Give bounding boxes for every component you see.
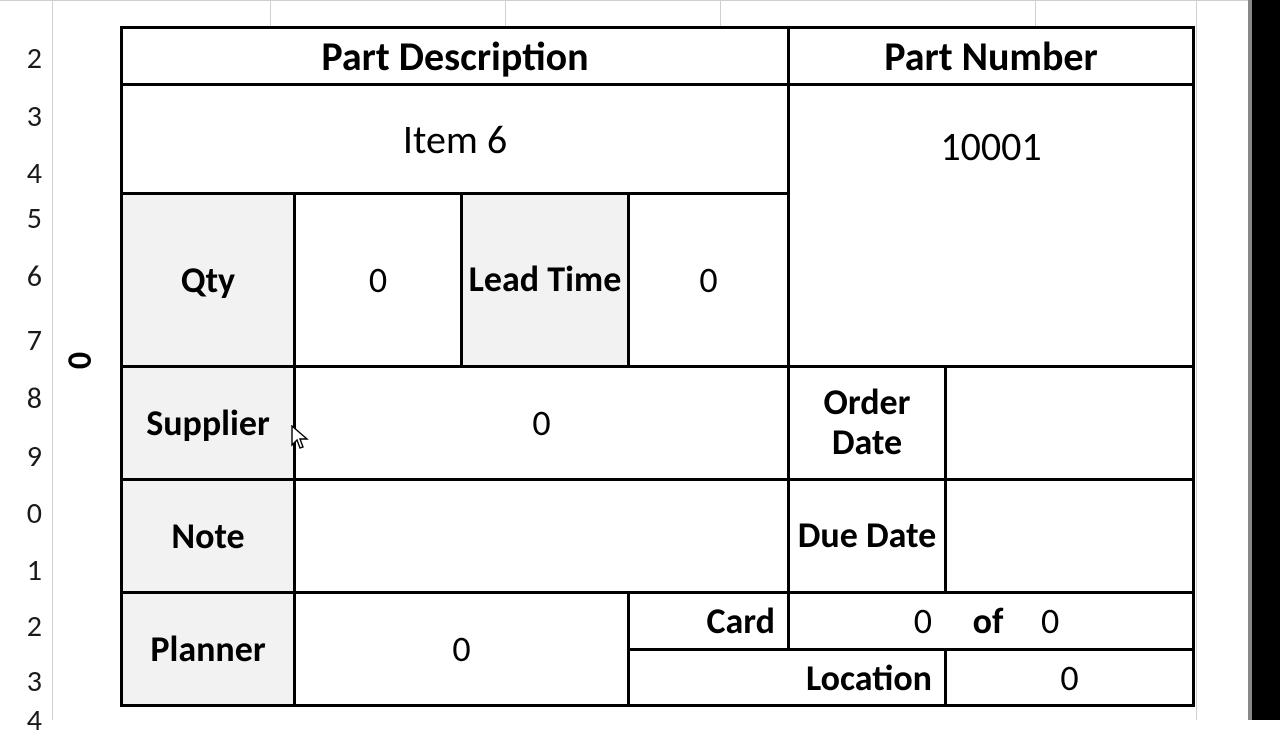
supplier-value[interactable]: 0 — [293, 365, 790, 481]
video-edge — [1252, 0, 1280, 720]
qty-value[interactable]: 0 — [293, 192, 463, 368]
lead-time-value[interactable]: 0 — [627, 192, 790, 368]
part-description-value[interactable]: Item 6 — [120, 83, 790, 195]
row-header[interactable]: 2 — [0, 608, 48, 645]
row-header[interactable]: 8 — [0, 380, 48, 417]
row-header[interactable]: 3 — [0, 98, 48, 135]
gridline — [720, 0, 721, 26]
gridline — [0, 0, 1280, 1]
row-header[interactable]: 9 — [0, 438, 48, 475]
spreadsheet-canvas: 2 3 4 5 6 7 8 9 0 1 2 3 4 0 Part Descrip… — [0, 0, 1280, 720]
row-header[interactable]: 0 — [0, 495, 48, 532]
order-date-label[interactable]: Order Date — [787, 365, 947, 481]
card-label[interactable]: Card — [627, 591, 790, 651]
supplier-label[interactable]: Supplier — [120, 365, 296, 481]
location-value[interactable]: 0 — [944, 648, 1195, 707]
of-value[interactable]: 0 — [1029, 591, 1195, 651]
location-label[interactable]: Location — [627, 648, 947, 707]
part-number-header[interactable]: Part Number — [787, 26, 1195, 86]
due-date-value[interactable] — [944, 478, 1195, 594]
gridline — [505, 0, 506, 26]
gridline — [1035, 0, 1036, 26]
due-date-label[interactable]: Due Date — [787, 478, 947, 594]
row-header[interactable]: 6 — [0, 258, 48, 295]
row-headers: 2 3 4 5 6 7 8 9 0 1 2 3 4 — [0, 0, 52, 720]
row-header[interactable]: 5 — [0, 200, 48, 237]
order-date-value[interactable] — [944, 365, 1195, 481]
card-value[interactable]: 0 — [787, 591, 947, 651]
row-header[interactable]: 7 — [0, 322, 48, 359]
row-header[interactable]: 2 — [0, 40, 48, 77]
row-header[interactable]: 4 — [0, 702, 48, 739]
gridline — [270, 0, 271, 26]
part-number-value[interactable]: 10001 — [787, 83, 1195, 368]
row-header[interactable]: 3 — [0, 663, 48, 700]
planner-value[interactable]: 0 — [293, 591, 630, 707]
kanban-card: Part Description Part Number Item 6 1000… — [120, 26, 1195, 706]
left-vertical-label: 0 — [60, 352, 101, 369]
row-header[interactable]: 1 — [0, 552, 48, 589]
of-label[interactable]: of — [944, 591, 1032, 651]
planner-label[interactable]: Planner — [120, 591, 296, 707]
gridline — [1196, 0, 1197, 720]
note-value[interactable] — [293, 478, 790, 594]
part-description-header[interactable]: Part Description — [120, 26, 790, 86]
gridline — [52, 0, 53, 720]
qty-label[interactable]: Qty — [120, 192, 296, 368]
note-label[interactable]: Note — [120, 478, 296, 594]
lead-time-label[interactable]: Lead Time — [460, 192, 630, 368]
row-header[interactable]: 4 — [0, 155, 48, 192]
